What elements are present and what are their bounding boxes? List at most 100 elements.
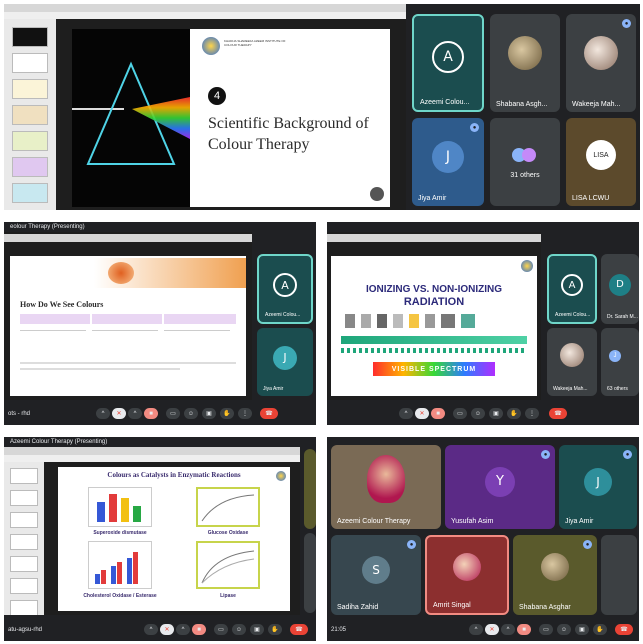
camera-off-icon[interactable]: ■ (144, 408, 158, 419)
arrow-icon[interactable]: ^ (128, 408, 142, 419)
window-title-bar (4, 447, 300, 455)
avatar: J (609, 350, 621, 362)
slide-thumbnail[interactable] (10, 534, 38, 550)
caption-icon[interactable]: ▭ (166, 408, 180, 419)
slide-thumbnail[interactable] (12, 131, 48, 151)
participant-tile[interactable]: ● Wakeeja Mah... (566, 14, 636, 112)
arrow-icon[interactable]: ^ (176, 624, 190, 635)
camera-off-icon[interactable]: ■ (192, 624, 206, 635)
slide-thumbnail[interactable] (12, 53, 48, 73)
end-call-icon[interactable]: ☎ (615, 624, 633, 635)
mic-off-icon[interactable]: ✕ (160, 624, 174, 635)
arrow-icon[interactable]: ^ (501, 624, 515, 635)
others-count: 63 others (607, 386, 628, 392)
chart-caption: Cholesterol Oxidase / Esterase (83, 593, 157, 599)
mic-off-icon[interactable]: ✕ (415, 408, 429, 419)
raise-hand-icon[interactable]: ✋ (507, 408, 521, 419)
slide-thumbnail[interactable] (10, 490, 38, 506)
slide-thumbnails (4, 462, 44, 615)
caption-icon[interactable]: ▭ (214, 624, 228, 635)
participant-tile[interactable]: J Jiya Amir (257, 328, 313, 396)
present-icon[interactable]: ▣ (202, 408, 216, 419)
avatar: J (432, 140, 464, 173)
participant-tile[interactable]: ● S Sadiha Zahid (331, 535, 421, 615)
participant-name: Yusufah Asim (451, 518, 494, 525)
participant-tile[interactable]: LISA LISA LCWU (566, 118, 636, 206)
meeting-controls: ^ ✕ ■ ▭ ☺ ▣ ✋ ⋮ ☎ (327, 401, 639, 425)
arrow-icon[interactable]: ^ (144, 624, 158, 635)
slide-thumbnail[interactable] (12, 79, 48, 99)
camera-off-icon[interactable]: ■ (517, 624, 531, 635)
slide-thumbnail[interactable] (10, 556, 38, 572)
arrow-icon[interactable]: ^ (469, 624, 483, 635)
slide-thumbnail[interactable] (10, 468, 38, 484)
arrow-icon[interactable]: ^ (399, 408, 413, 419)
slide-thumbnail[interactable] (10, 600, 38, 615)
participant-tile[interactable]: Shabana Asgh... (490, 14, 560, 112)
others-tile[interactable]: 31 others (490, 118, 560, 206)
participant-tile[interactable]: ● J Jiya Amir (412, 118, 484, 206)
more-icon[interactable]: ⋮ (525, 408, 539, 419)
participant-video[interactable]: Azeemi Colour Therapy (331, 445, 441, 529)
participant-tile[interactable]: ● Shabana Asghar (513, 535, 597, 615)
participant-tile[interactable]: Amrit Singal (425, 535, 509, 615)
institute-logo (521, 260, 533, 272)
end-call-icon[interactable]: ☎ (290, 624, 308, 635)
curve-chart-image (196, 487, 260, 527)
participant-tile[interactable]: ● J Jiya Amir (559, 445, 637, 529)
current-slide: How Do We See Colours (10, 256, 246, 396)
slide-title-line1: IONIZING VS. NON-IONIZING (365, 284, 503, 295)
step-arrow (164, 314, 236, 324)
raise-hand-icon[interactable]: ✋ (593, 624, 607, 635)
chart-caption: Superoxide dismutase (93, 530, 147, 536)
zoom-icon[interactable] (370, 187, 384, 201)
end-call-icon[interactable]: ☎ (549, 408, 567, 419)
frequency-bar (341, 336, 527, 344)
more-icon[interactable]: ⋮ (238, 408, 252, 419)
participant-tile[interactable]: A Azeemi Colou... (547, 254, 597, 324)
present-icon[interactable]: ▣ (489, 408, 503, 419)
institute-logo (202, 37, 220, 55)
mic-off-icon[interactable]: ✕ (112, 408, 126, 419)
slide-thumbnail[interactable] (10, 512, 38, 528)
caption-icon[interactable]: ▭ (539, 624, 553, 635)
emoji-icon[interactable]: ☺ (232, 624, 246, 635)
caption-icon[interactable]: ▭ (453, 408, 467, 419)
participant-photo (367, 455, 405, 503)
participant-name: Wakeeja Mah... (572, 101, 621, 108)
slide-thumbnail[interactable] (12, 105, 48, 125)
participant-tile[interactable] (304, 449, 316, 529)
raise-hand-icon[interactable]: ✋ (268, 624, 282, 635)
participant-tile[interactable]: A Azeemi Colou... (257, 254, 313, 324)
present-icon[interactable]: ▣ (575, 624, 589, 635)
participant-tile[interactable]: D Dr. Sarah M... (601, 254, 639, 324)
shared-screen: IONIZING VS. NON-IONIZING RADIATION VISI… (327, 232, 541, 400)
arrow-icon[interactable]: ^ (96, 408, 110, 419)
slide-thumbnail[interactable] (10, 578, 38, 594)
slide-thumbnail[interactable] (12, 157, 48, 177)
slide-thumbnail[interactable] (12, 27, 48, 47)
participant-tile[interactable]: Wakeeja Mah... (547, 328, 597, 396)
camera-off-icon[interactable]: ■ (431, 408, 445, 419)
meet-screenshot-1: KHADIJA SHAREEFA AZEEM INSTITUTE OF COLO… (4, 4, 640, 210)
slide-thumbnail[interactable] (12, 183, 48, 203)
participant-photo (584, 36, 618, 71)
mic-off-icon[interactable]: ✕ (485, 624, 499, 635)
emoji-icon[interactable]: ☺ (184, 408, 198, 419)
emoji-icon[interactable]: ☺ (471, 408, 485, 419)
meeting-controls: atu-agsu-rhd ^ ✕ ^ ■ ▭ ☺ ▣ ✋ ☎ (4, 617, 316, 641)
step-arrow (92, 314, 162, 324)
meeting-time: atu-agsu-rhd (8, 627, 43, 633)
emoji-icon[interactable]: ☺ (557, 624, 571, 635)
shared-screen: Colours as Catalysts in Enzymatic Reacti… (4, 447, 300, 615)
end-call-icon[interactable]: ☎ (260, 408, 278, 419)
chart-caption: Glucose Oxidase (207, 530, 249, 536)
others-tile[interactable]: J 63 others (601, 328, 639, 396)
participant-tile[interactable] (304, 533, 316, 613)
participant-tile[interactable]: ● Y Yusufah Asim (445, 445, 555, 529)
participant-tile[interactable]: A Azeemi Colou... (412, 14, 484, 112)
slide-title: Colours as Catalysts in Enzymatic Reacti… (107, 471, 241, 479)
present-icon[interactable]: ▣ (250, 624, 264, 635)
participant-tile[interactable] (601, 535, 637, 615)
raise-hand-icon[interactable]: ✋ (220, 408, 234, 419)
